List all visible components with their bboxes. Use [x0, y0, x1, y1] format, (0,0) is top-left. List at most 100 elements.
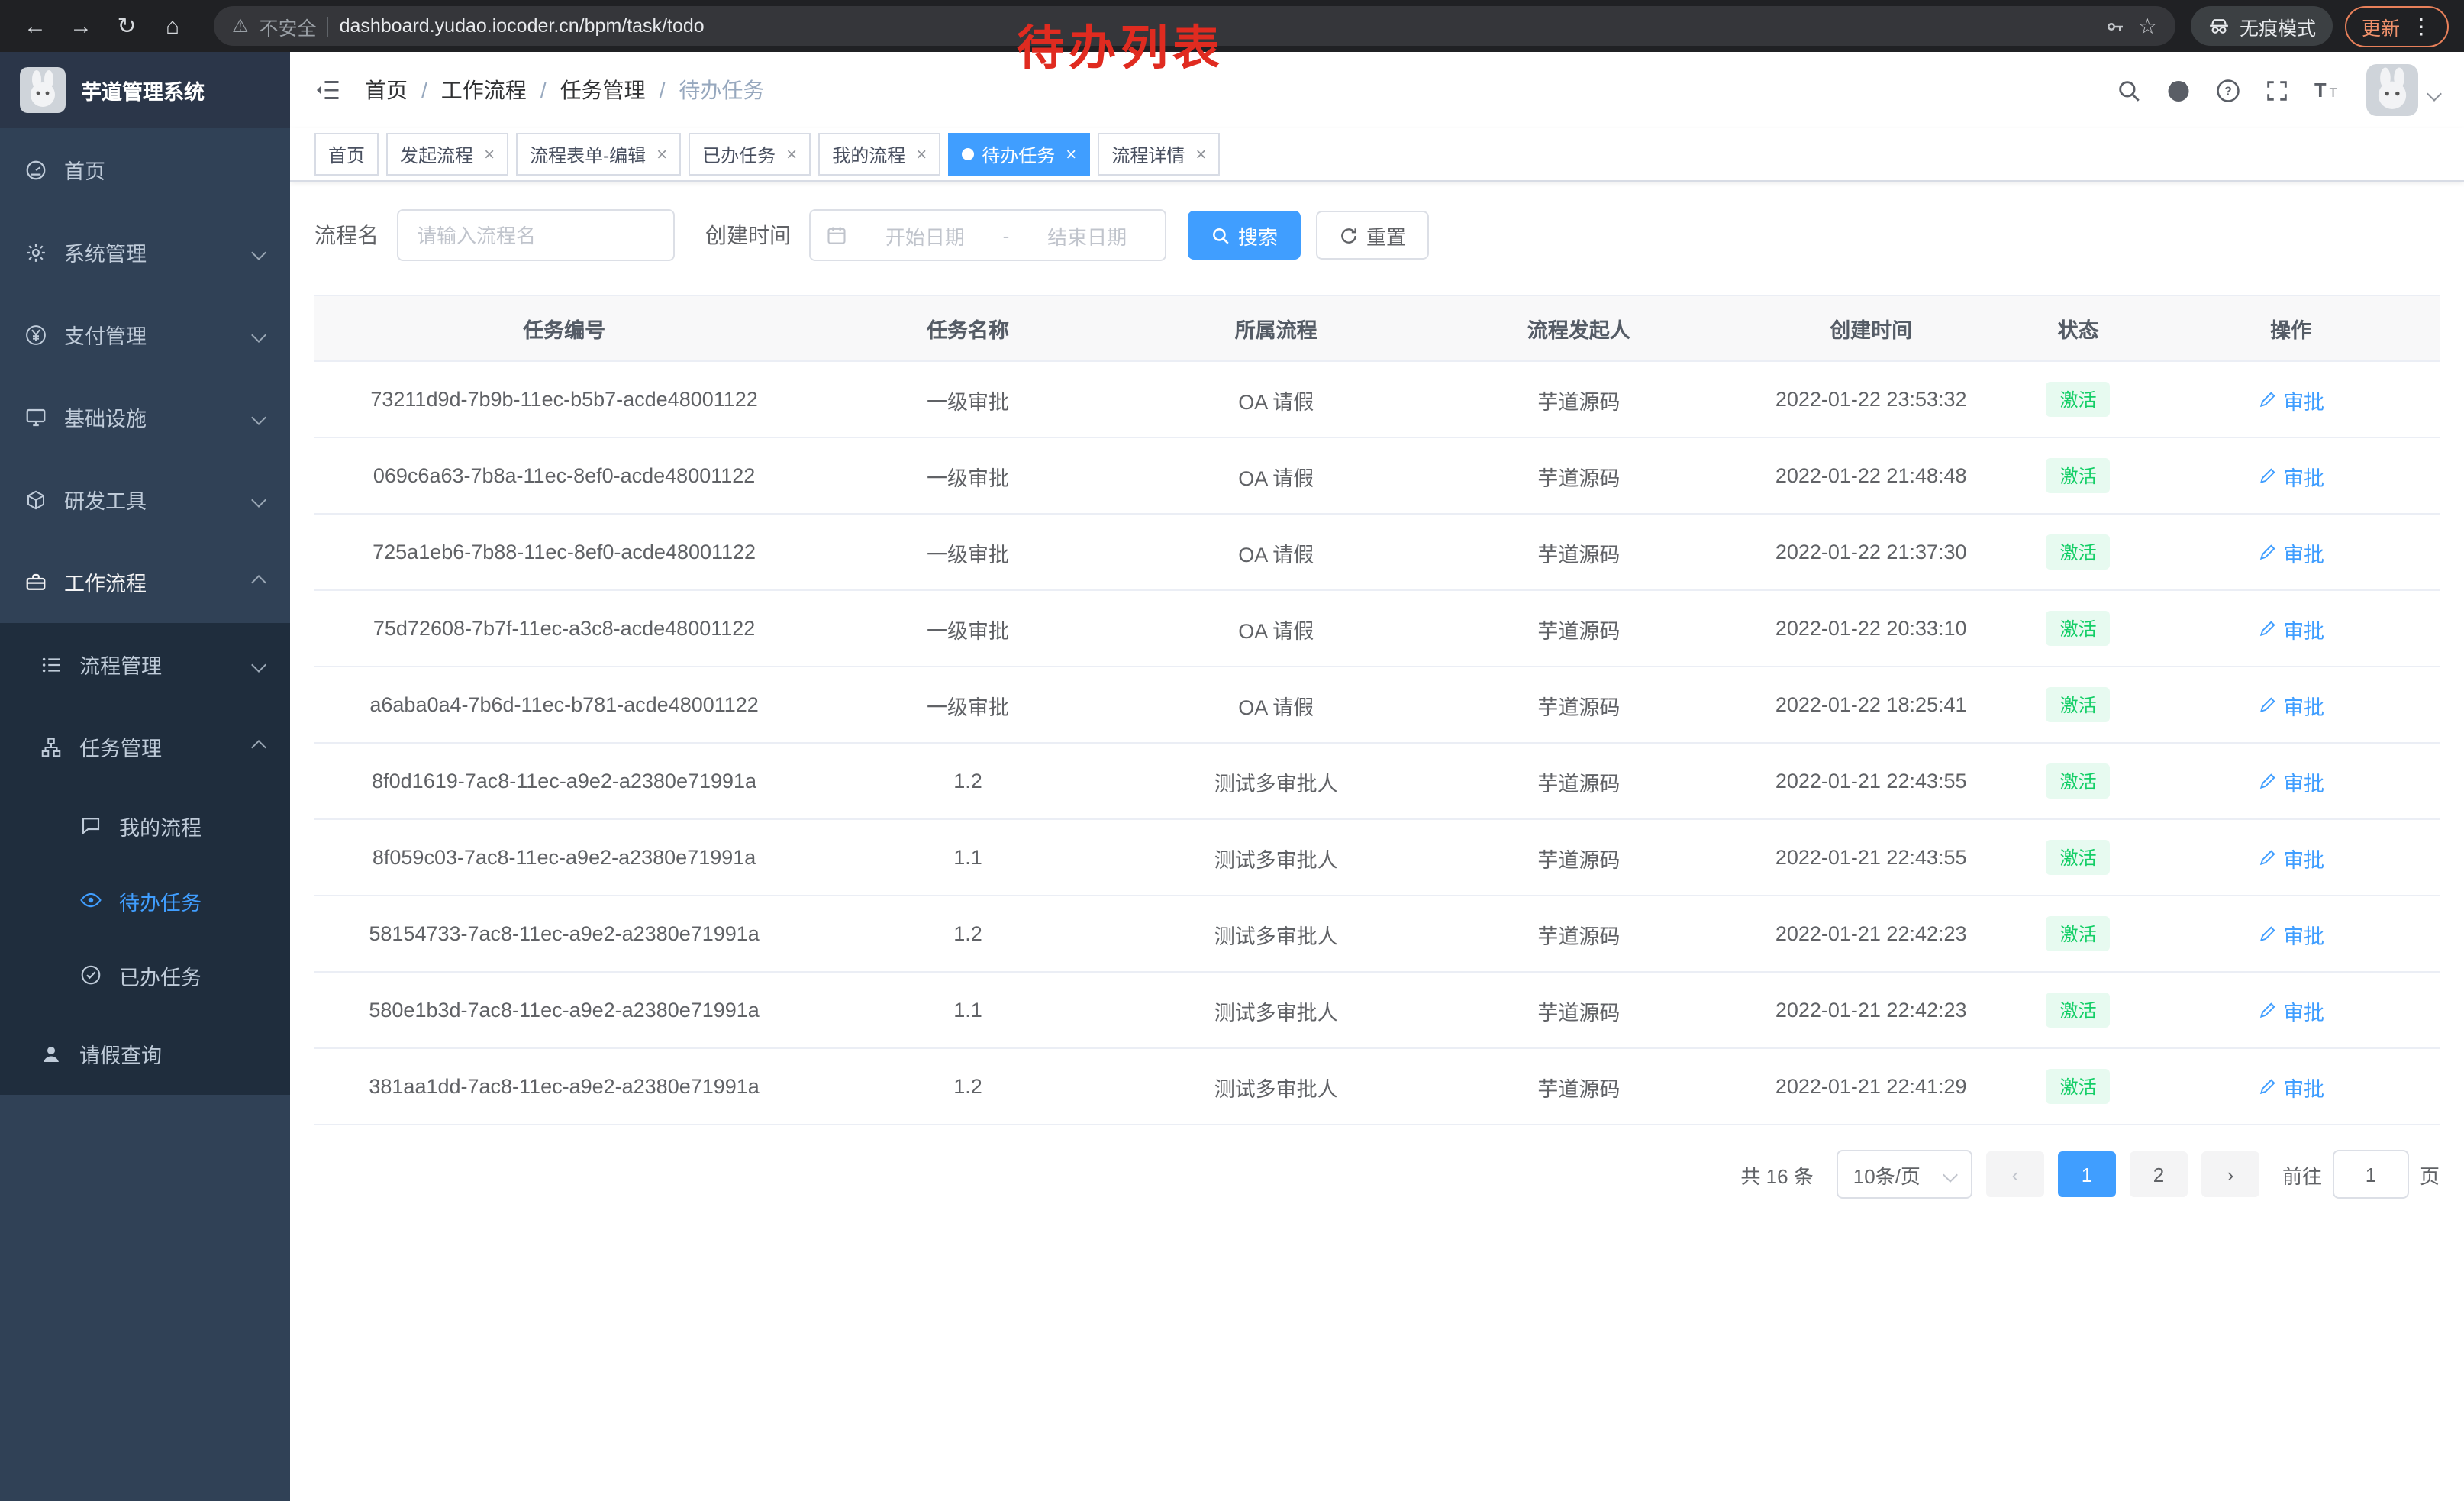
- page-button-1[interactable]: 1: [2058, 1151, 2116, 1197]
- approve-link[interactable]: 审批: [2257, 460, 2324, 491]
- sidebar-item-label: 请假查询: [79, 1038, 162, 1069]
- tab-my-process[interactable]: 我的流程 ×: [818, 133, 940, 176]
- process-cell: 测试多审批人: [1122, 743, 1430, 819]
- github-icon[interactable]: [2165, 76, 2192, 104]
- close-icon[interactable]: ×: [916, 144, 927, 165]
- forward-icon[interactable]: →: [61, 6, 101, 46]
- breadcrumb-item[interactable]: 任务管理: [560, 75, 646, 105]
- url-text[interactable]: dashboard.yudao.iocoder.cn/bpm/task/todo: [340, 15, 705, 37]
- page-button-2[interactable]: 2: [2130, 1151, 2188, 1197]
- approve-link[interactable]: 审批: [2257, 1071, 2324, 1102]
- tab-done-task[interactable]: 已办任务 ×: [689, 133, 811, 176]
- tab-label: 发起流程: [400, 141, 473, 167]
- edit-icon: [2257, 771, 2277, 791]
- sidebar-item-label: 待办任务: [119, 885, 202, 915]
- close-icon[interactable]: ×: [656, 144, 667, 165]
- back-icon[interactable]: ←: [15, 6, 55, 46]
- update-label: 更新: [2362, 11, 2400, 40]
- close-icon[interactable]: ×: [786, 144, 797, 165]
- process-name-input[interactable]: [397, 209, 675, 261]
- font-size-icon[interactable]: TT: [2313, 76, 2343, 104]
- calendar-icon: [826, 224, 847, 246]
- page-size-select[interactable]: 10条/页: [1837, 1150, 1972, 1199]
- close-icon[interactable]: ×: [1195, 144, 1206, 165]
- date-range-picker[interactable]: 开始日期 - 结束日期: [809, 209, 1166, 261]
- approve-link[interactable]: 审批: [2257, 842, 2324, 873]
- table-row: 069c6a63-7b8a-11ec-8ef0-acde48001122 一级审…: [314, 437, 2440, 514]
- status-badge: 激活: [2046, 458, 2111, 493]
- close-icon[interactable]: ×: [484, 144, 495, 165]
- browser-menu-icon[interactable]: ⋮: [2411, 13, 2432, 39]
- main-area: 首页 / 工作流程 / 任务管理 / 待办任务: [290, 52, 2464, 1501]
- avatar[interactable]: [2366, 64, 2418, 116]
- approve-link[interactable]: 审批: [2257, 766, 2324, 796]
- sidebar-item-payment[interactable]: 支付管理: [0, 293, 290, 376]
- tab-start-process[interactable]: 发起流程 ×: [386, 133, 508, 176]
- sidebar-item-done-task[interactable]: 已办任务: [0, 938, 290, 1012]
- sidebar-toggle-icon[interactable]: [314, 76, 342, 104]
- action-cell: 审批: [2142, 743, 2440, 819]
- column-header-task-name: 任务名称: [814, 295, 1122, 361]
- close-icon[interactable]: ×: [1066, 144, 1076, 165]
- help-icon[interactable]: ?: [2215, 77, 2241, 103]
- sidebar-item-system[interactable]: 系统管理: [0, 211, 290, 293]
- edit-icon: [2257, 1000, 2277, 1020]
- reload-icon[interactable]: ↻: [107, 6, 147, 46]
- approve-link-label: 审批: [2283, 613, 2324, 644]
- sidebar-item-todo-task[interactable]: 待办任务: [0, 863, 290, 938]
- task-id-cell: 58154733-7ac8-11ec-a9e2-a2380e71991a: [314, 896, 814, 972]
- table-header-row: 任务编号 任务名称 所属流程 流程发起人 创建时间 状态 操作: [314, 295, 2440, 361]
- task-id-cell: 069c6a63-7b8a-11ec-8ef0-acde48001122: [314, 437, 814, 514]
- user-menu[interactable]: [2366, 64, 2440, 116]
- action-cell: 审批: [2142, 896, 2440, 972]
- sidebar-item-infra[interactable]: 基础设施: [0, 376, 290, 458]
- approve-link[interactable]: 审批: [2257, 689, 2324, 720]
- approve-link[interactable]: 审批: [2257, 537, 2324, 567]
- breadcrumb-item[interactable]: 首页: [365, 75, 408, 105]
- task-name-cell: 1.1: [814, 819, 1122, 896]
- svg-text:T: T: [2330, 86, 2337, 100]
- sidebar-item-my-process[interactable]: 我的流程: [0, 788, 290, 863]
- sidebar: 芋道管理系统 首页 系统管理: [0, 52, 290, 1501]
- approve-link[interactable]: 审批: [2257, 918, 2324, 949]
- sidebar-item-task-mgmt[interactable]: 任务管理: [0, 705, 290, 788]
- tab-home[interactable]: 首页: [314, 133, 379, 176]
- prev-page-button[interactable]: ‹: [1986, 1151, 2044, 1197]
- home-icon[interactable]: ⌂: [153, 6, 192, 46]
- status-badge: 激活: [2046, 916, 2111, 951]
- search-icon[interactable]: [2116, 77, 2142, 103]
- end-date-placeholder[interactable]: 结束日期: [1024, 221, 1150, 250]
- tab-form-edit[interactable]: 流程表单-编辑 ×: [516, 133, 681, 176]
- fullscreen-icon[interactable]: [2264, 77, 2290, 103]
- table-row: 580e1b3d-7ac8-11ec-a9e2-a2380e71991a 1.1…: [314, 972, 2440, 1048]
- approve-link[interactable]: 审批: [2257, 384, 2324, 415]
- task-name-cell: 一级审批: [814, 590, 1122, 667]
- reset-button[interactable]: 重置: [1316, 211, 1429, 260]
- password-key-icon[interactable]: [2104, 15, 2127, 37]
- bookmark-star-icon[interactable]: ☆: [2138, 13, 2157, 39]
- app-logo: 芋道管理系统: [0, 52, 290, 128]
- update-button[interactable]: 更新 ⋮: [2345, 5, 2449, 47]
- sidebar-item-label: 已办任务: [119, 960, 202, 990]
- goto-page-input[interactable]: [2333, 1150, 2409, 1199]
- tab-process-detail[interactable]: 流程详情 ×: [1098, 133, 1220, 176]
- next-page-button[interactable]: ›: [2201, 1151, 2259, 1197]
- approve-link[interactable]: 审批: [2257, 613, 2324, 644]
- sidebar-item-home[interactable]: 首页: [0, 128, 290, 211]
- start-date-placeholder[interactable]: 开始日期: [863, 221, 988, 250]
- breadcrumb-item[interactable]: 工作流程: [441, 75, 527, 105]
- sidebar-item-process-mgmt[interactable]: 流程管理: [0, 623, 290, 705]
- approve-link[interactable]: 审批: [2257, 995, 2324, 1025]
- dashboard-icon: [24, 158, 47, 181]
- sidebar-item-devtools[interactable]: 研发工具: [0, 458, 290, 541]
- sidebar-item-workflow[interactable]: 工作流程: [0, 541, 290, 623]
- security-label[interactable]: 不安全: [260, 11, 317, 40]
- header-actions: ? TT: [2116, 64, 2440, 116]
- sidebar-item-leave-query[interactable]: 请假查询: [0, 1012, 290, 1095]
- action-cell: 审批: [2142, 1048, 2440, 1125]
- task-name-cell: 一级审批: [814, 667, 1122, 743]
- table-row: a6aba0a4-7b6d-11ec-b781-acde48001122 一级审…: [314, 667, 2440, 743]
- approve-link-label: 审批: [2283, 842, 2324, 873]
- tab-todo-task[interactable]: 待办任务 ×: [948, 133, 1090, 176]
- search-button[interactable]: 搜索: [1188, 211, 1301, 260]
